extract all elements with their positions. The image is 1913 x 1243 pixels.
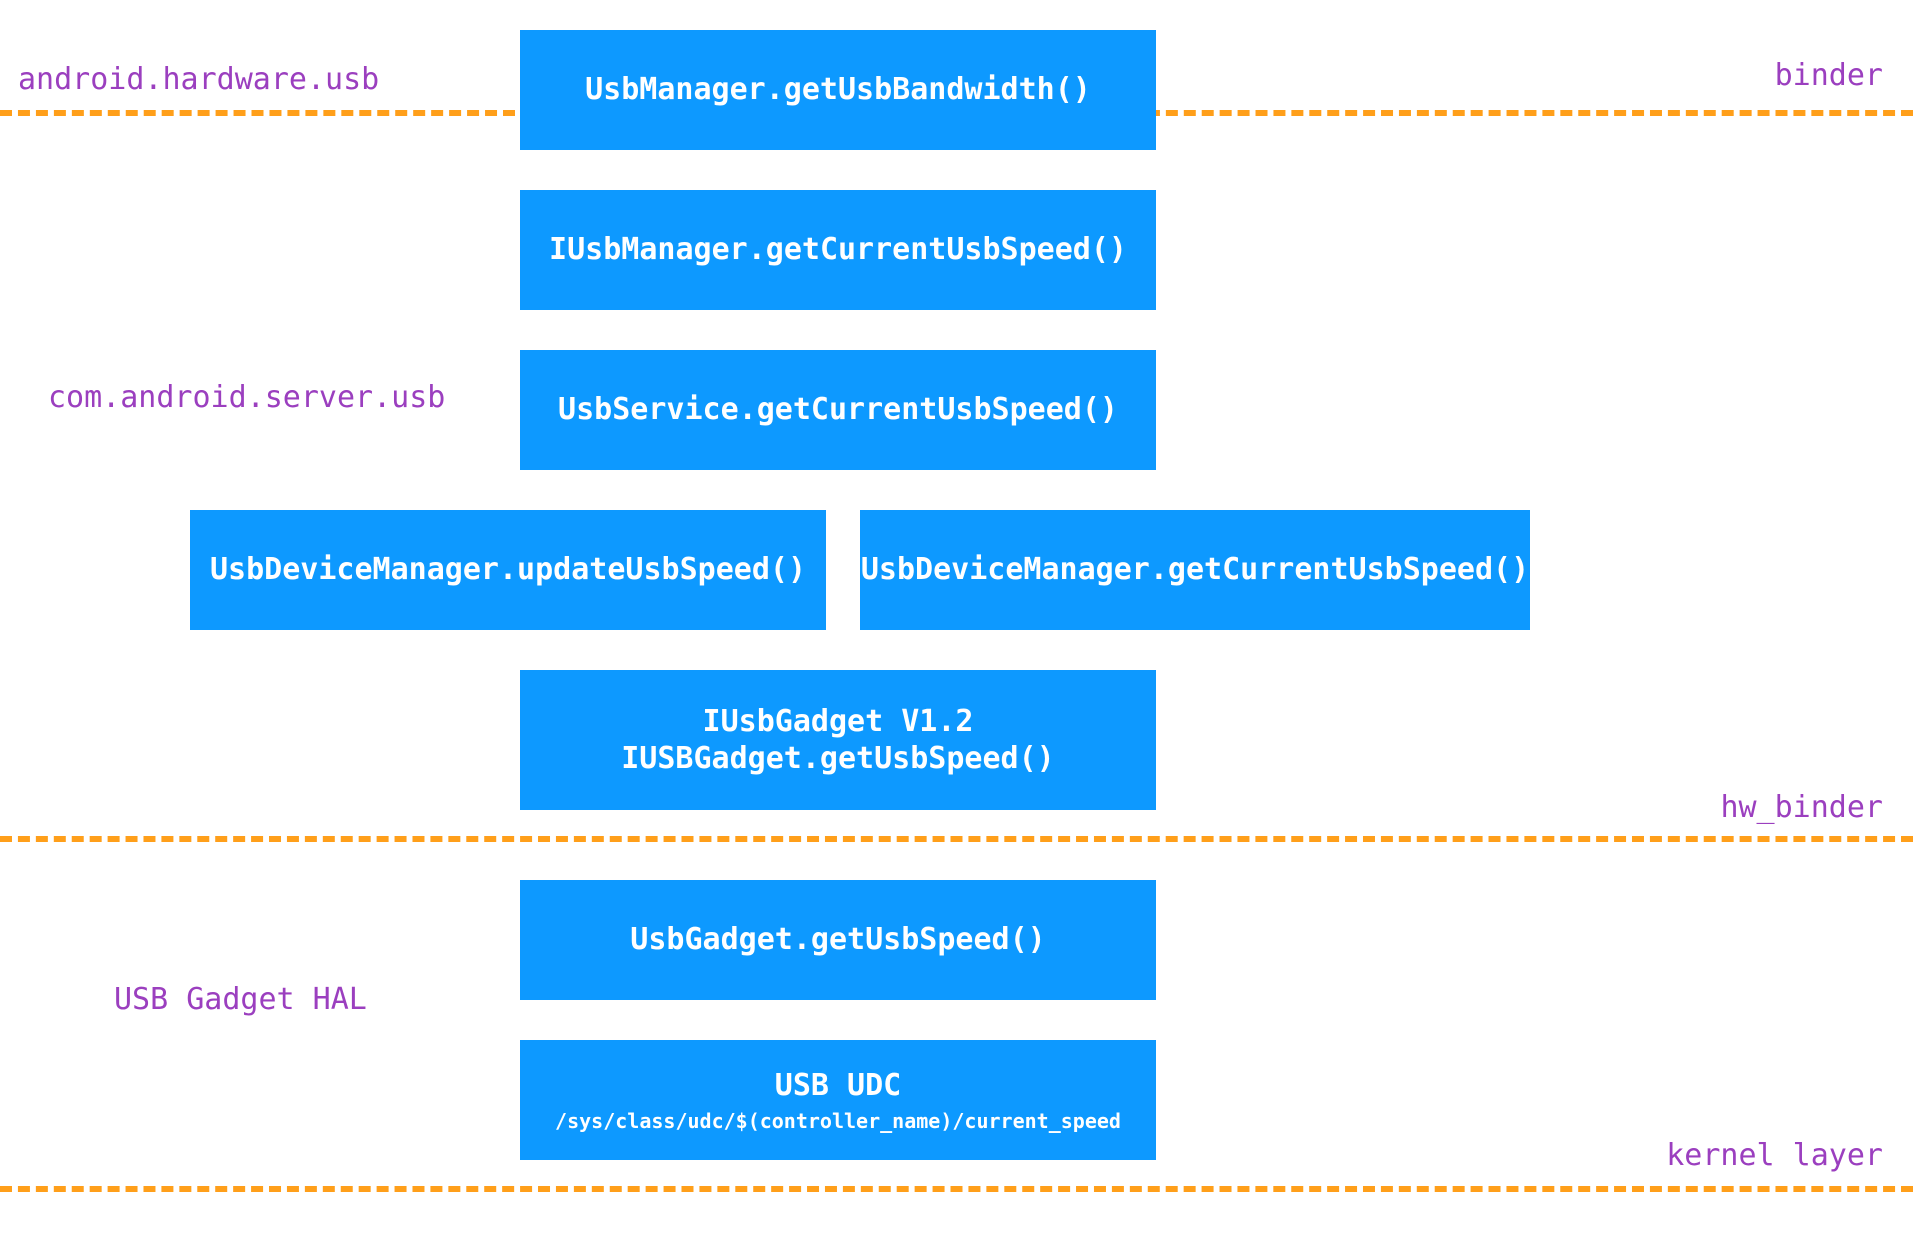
box-usbservice-getcurrentusbspeed: UsbService.getCurrentUsbSpeed(): [520, 350, 1156, 470]
label-binder: binder: [1775, 58, 1883, 93]
box-text: UsbService.getCurrentUsbSpeed(): [558, 391, 1118, 429]
box-text: UsbGadget.getUsbSpeed(): [630, 921, 1045, 959]
box-usb-udc: USB UDC /sys/class/udc/$(controller_name…: [520, 1040, 1156, 1160]
box-text-line2: IUSBGadget.getUsbSpeed(): [621, 740, 1054, 778]
box-text: IUsbManager.getCurrentUsbSpeed(): [549, 231, 1127, 269]
box-text: UsbManager.getUsbBandwidth(): [585, 71, 1091, 109]
label-usb-gadget-hal: USB Gadget HAL: [114, 982, 367, 1017]
box-usbdevicemanager-getcurrentusbspeed: UsbDeviceManager.getCurrentUsbSpeed(): [860, 510, 1530, 630]
label-android-hardware-usb: android.hardware.usb: [18, 62, 379, 97]
box-text: UsbDeviceManager.updateUsbSpeed(): [210, 551, 806, 589]
box-usbdevicemanager-updateusbspeed: UsbDeviceManager.updateUsbSpeed(): [190, 510, 826, 630]
box-usbgadget-getusbspeed: UsbGadget.getUsbSpeed(): [520, 880, 1156, 1000]
divider-binder-left: [0, 110, 515, 116]
box-iusbgadget-v12: IUsbGadget V1.2 IUSBGadget.getUsbSpeed(): [520, 670, 1156, 810]
label-kernel-layer: kernel layer: [1666, 1138, 1883, 1173]
box-usbmanager-getusbbandwidth: UsbManager.getUsbBandwidth(): [520, 30, 1156, 150]
box-text-line1: USB UDC: [775, 1067, 901, 1105]
divider-hwbinder: [0, 836, 1913, 842]
box-iusbmanager-getcurrentusbspeed: IUsbManager.getCurrentUsbSpeed(): [520, 190, 1156, 310]
label-com-android-server-usb: com.android.server.usb: [48, 380, 445, 415]
box-text-line1: IUsbGadget V1.2: [703, 703, 974, 741]
label-hw-binder: hw_binder: [1720, 790, 1883, 825]
box-text: UsbDeviceManager.getCurrentUsbSpeed(): [861, 551, 1529, 589]
box-text-line2: /sys/class/udc/$(controller_name)/curren…: [555, 1109, 1121, 1133]
divider-kernel: [0, 1186, 1913, 1192]
divider-binder-right: [1130, 110, 1913, 116]
